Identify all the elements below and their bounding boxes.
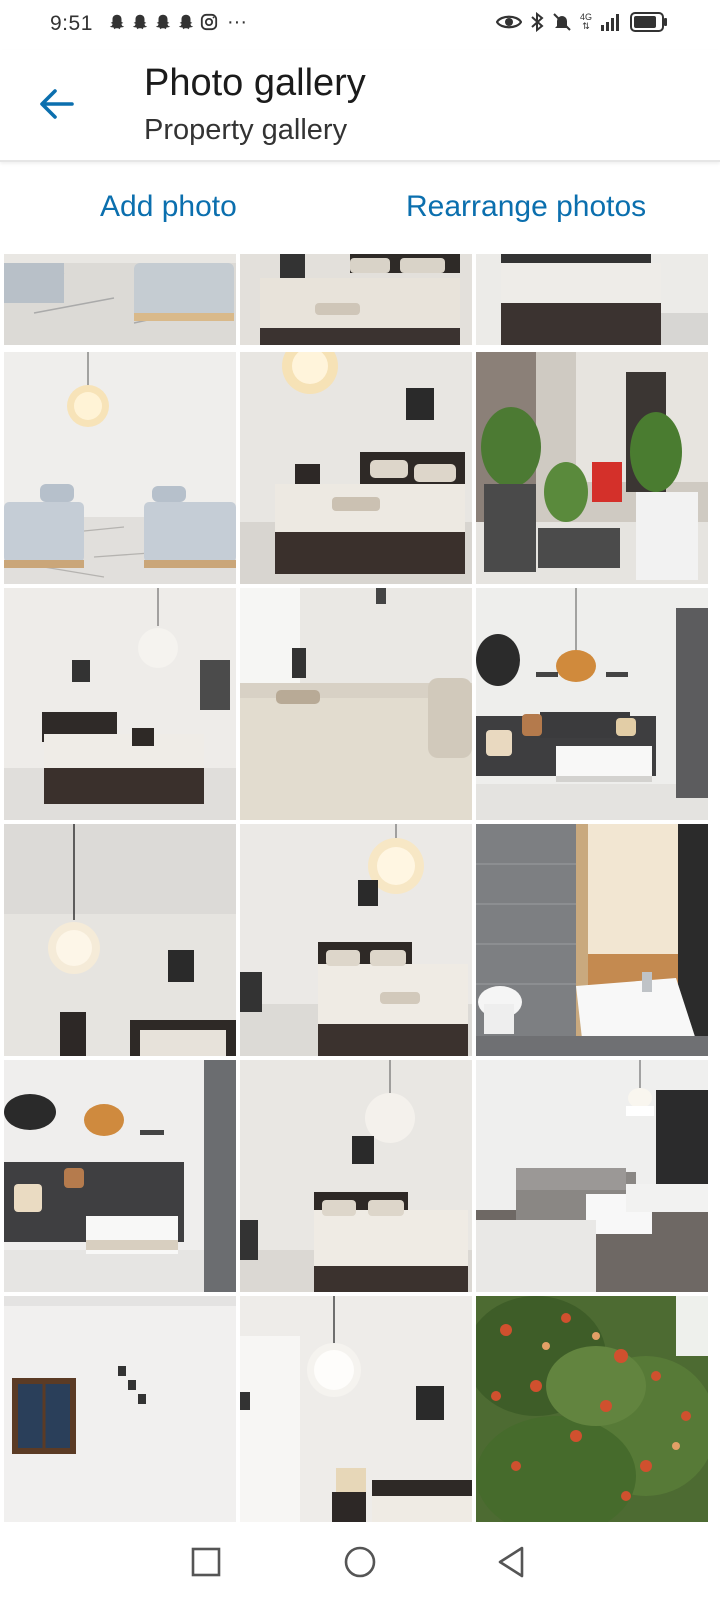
add-photo-button[interactable]: Add photo xyxy=(100,190,237,224)
page-subtitle: Property gallery xyxy=(144,114,348,146)
gallery-photo[interactable] xyxy=(240,588,472,820)
gallery-photo[interactable] xyxy=(4,254,236,345)
snapchat-icon xyxy=(155,14,171,30)
gallery-photo[interactable] xyxy=(4,352,236,584)
status-time: 9:51 xyxy=(50,12,93,35)
gallery-photo[interactable] xyxy=(4,1060,236,1292)
gallery-photo[interactable] xyxy=(4,824,236,1056)
gallery-photo[interactable] xyxy=(4,588,236,820)
gallery-photo[interactable] xyxy=(240,352,472,584)
gallery-photo[interactable] xyxy=(476,824,708,1056)
eye-icon xyxy=(495,15,522,29)
status-bar: 9:51 ··· 4G ⇅ xyxy=(0,0,720,50)
snapchat-icon xyxy=(109,14,125,30)
notification-icons: ··· xyxy=(108,11,247,33)
recents-square-icon xyxy=(191,1547,221,1577)
snapchat-icon xyxy=(178,14,194,30)
gallery-photo[interactable] xyxy=(476,254,708,345)
gallery-photo[interactable] xyxy=(240,1296,472,1522)
network-arrows: ⇅ xyxy=(582,21,590,31)
back-arrow-icon xyxy=(40,89,74,119)
gallery-photo[interactable] xyxy=(240,254,472,345)
network-type: 4G ⇅ xyxy=(580,13,592,31)
photo-grid xyxy=(0,254,720,1522)
gallery-photo[interactable] xyxy=(240,1060,472,1292)
back-button[interactable] xyxy=(38,88,74,120)
recents-button[interactable] xyxy=(188,1544,224,1580)
app-bar: Photo gallery Property gallery xyxy=(0,50,720,162)
gallery-photo[interactable] xyxy=(476,352,708,584)
nav-back-button[interactable] xyxy=(494,1544,530,1580)
gallery-photo[interactable] xyxy=(4,1296,236,1522)
system-icons: 4G ⇅ xyxy=(495,12,668,32)
snapchat-icon xyxy=(132,14,148,30)
gallery-photo[interactable] xyxy=(476,1296,708,1522)
system-navigation-bar xyxy=(0,1522,720,1600)
mute-icon xyxy=(553,13,571,31)
back-triangle-icon xyxy=(498,1546,524,1578)
battery-icon xyxy=(630,12,667,32)
more-notifications-icon: ··· xyxy=(227,11,247,33)
gallery-photo[interactable] xyxy=(240,824,472,1056)
signal-icon xyxy=(601,14,619,31)
gallery-photo[interactable] xyxy=(476,588,708,820)
home-button[interactable] xyxy=(342,1544,378,1580)
home-circle-icon xyxy=(344,1546,376,1578)
page-title: Photo gallery xyxy=(144,62,366,104)
instagram-icon xyxy=(200,13,218,31)
bluetooth-icon xyxy=(531,12,544,32)
rearrange-photos-button[interactable]: Rearrange photos xyxy=(406,190,646,224)
gallery-photo[interactable] xyxy=(476,1060,708,1292)
gallery-actions: Add photo Rearrange photos xyxy=(0,160,720,254)
